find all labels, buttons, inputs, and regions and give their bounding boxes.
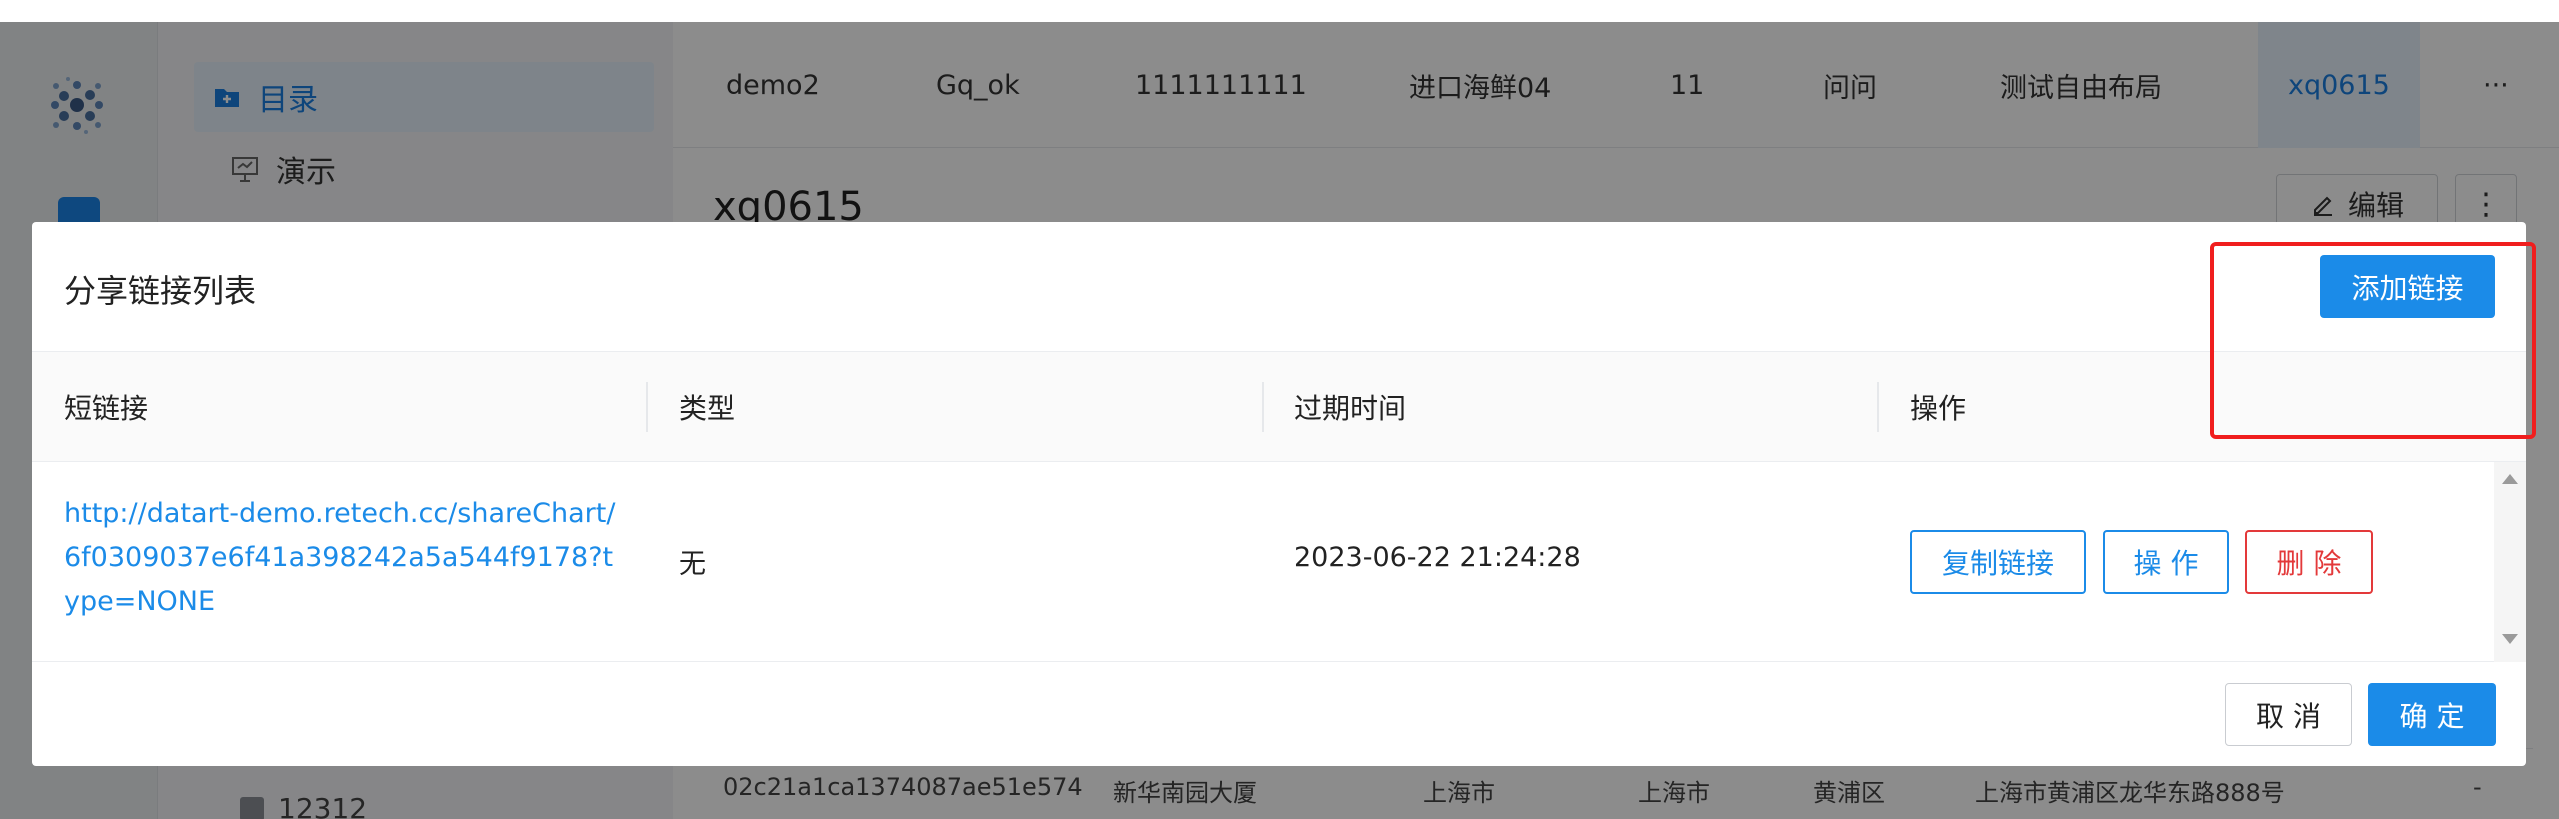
modal-footer: 取 消 确 定 bbox=[32, 663, 2526, 766]
copy-link-button[interactable]: 复制链接 bbox=[1910, 530, 2086, 594]
confirm-button[interactable]: 确 定 bbox=[2368, 683, 2496, 746]
column-divider bbox=[646, 382, 648, 432]
cancel-button[interactable]: 取 消 bbox=[2225, 683, 2352, 746]
scroll-down-icon[interactable] bbox=[2502, 634, 2518, 644]
column-divider bbox=[1262, 382, 1264, 432]
column-header-short-link: 短链接 bbox=[64, 392, 149, 425]
link-expiry: 2023-06-22 21:24:28 bbox=[1294, 542, 1581, 573]
operate-button[interactable]: 操 作 bbox=[2103, 530, 2229, 594]
modal-header: 分享链接列表 添加链接 bbox=[32, 222, 2526, 352]
add-link-button[interactable]: 添加链接 bbox=[2320, 255, 2495, 318]
window-top-strip bbox=[0, 0, 2559, 22]
link-type: 无 bbox=[679, 549, 706, 580]
scroll-up-icon[interactable] bbox=[2502, 474, 2518, 484]
column-header-expiry: 过期时间 bbox=[1294, 392, 1407, 425]
share-link[interactable]: http://datart-demo.retech.cc/shareChart/… bbox=[64, 492, 624, 624]
table-header: 短链接 类型 过期时间 操作 bbox=[32, 352, 2526, 462]
column-header-actions: 操作 bbox=[1910, 392, 1967, 425]
share-links-modal: 分享链接列表 添加链接 短链接 类型 过期时间 操作 http://datart… bbox=[32, 222, 2526, 766]
table-scrollbar[interactable] bbox=[2494, 462, 2526, 662]
modal-title: 分享链接列表 bbox=[64, 272, 257, 310]
table-row: http://datart-demo.retech.cc/shareChart/… bbox=[32, 462, 2494, 662]
column-divider bbox=[1877, 382, 1879, 432]
delete-button[interactable]: 删 除 bbox=[2245, 530, 2373, 594]
column-header-type: 类型 bbox=[679, 392, 736, 425]
